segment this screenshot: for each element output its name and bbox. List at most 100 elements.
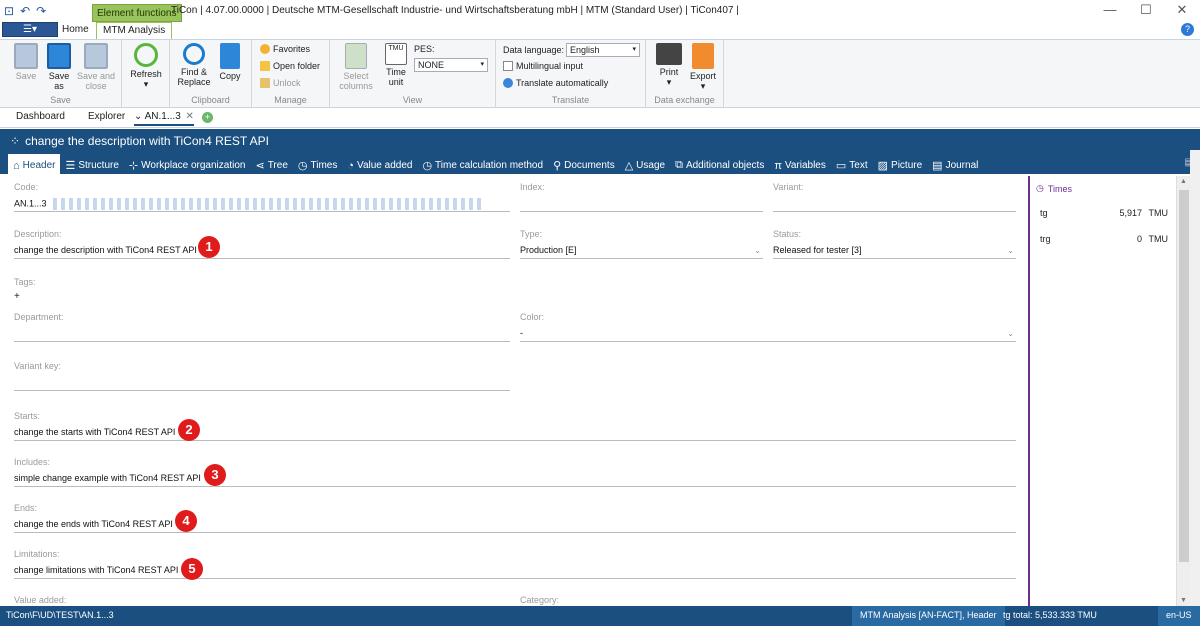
time-name: tg [1040, 208, 1048, 218]
save-close-button[interactable]: Save and close [76, 43, 116, 91]
includes-input[interactable]: simple change example with TiCon4 REST A… [14, 473, 1016, 487]
tab-value-added[interactable]: ◔ Value added [342, 154, 417, 174]
refresh-button[interactable]: Refresh ▾ [130, 43, 162, 89]
tab-journal[interactable]: ▤ Journal [927, 154, 983, 174]
data-exchange-group: Print ▾ Export ▾ Data exchange [646, 40, 724, 108]
tab-explorer[interactable]: Explorer [88, 111, 125, 122]
marker-badge-2: 2 [178, 419, 200, 441]
export-button[interactable]: Export ▾ [688, 43, 718, 91]
maximize-button[interactable]: ☐ [1128, 0, 1164, 20]
code-value: AN.1...3 [14, 198, 47, 209]
tab-tree[interactable]: ⋖ Tree [250, 154, 292, 174]
translate-auto-button[interactable]: Translate automatically [503, 78, 608, 88]
header-band: ⁘ change the description with TiCon4 RES… [0, 129, 1200, 174]
favorites-label: Favorites [273, 44, 311, 54]
folder-icon [260, 61, 270, 71]
color-field: Color: - ⌄ [520, 312, 1016, 342]
color-select[interactable]: - ⌄ [520, 328, 1016, 342]
multilingual-checkbox[interactable]: Multilingual input [503, 61, 583, 71]
scrollbar-thumb[interactable] [1179, 190, 1189, 562]
ends-input[interactable]: change the ends with TiCon4 REST API [14, 519, 1016, 533]
tab-active-document[interactable]: ⌄ AN.1...3 ✕ [134, 111, 194, 126]
find-replace-button[interactable]: Find & Replace [176, 43, 212, 87]
starts-input[interactable]: change the starts with TiCon4 REST API [14, 427, 1016, 441]
department-input[interactable] [14, 328, 510, 342]
status-locale[interactable]: en-US [1158, 606, 1200, 626]
minimize-button[interactable]: — [1092, 0, 1128, 20]
variant-key-input[interactable] [14, 377, 510, 391]
tab-label: Times [310, 160, 338, 171]
side-panel-strip [1190, 150, 1200, 606]
tab-variables[interactable]: π Variables [769, 154, 831, 174]
save-button[interactable]: Save [12, 43, 40, 81]
undo-icon[interactable]: ↶ [20, 4, 30, 18]
paperclip-icon: ⚲ [553, 160, 562, 172]
tab-time-calculation-method[interactable]: ◷ Time calculation method [417, 154, 548, 174]
starts-label: Starts: [14, 411, 41, 421]
unlock-button[interactable]: Unlock [260, 78, 301, 88]
tab-usage[interactable]: △ Usage [620, 154, 670, 174]
pi-icon: π [774, 159, 782, 172]
status-select[interactable]: Released for tester [3] ⌄ [773, 245, 1016, 259]
value-added-field: Value added: [14, 595, 510, 605]
copy-button[interactable]: Copy [216, 43, 244, 81]
color-value: - [520, 328, 523, 338]
print-button[interactable]: Print ▾ [654, 43, 684, 87]
app-menu-button[interactable]: ☰▾ [2, 22, 58, 37]
open-folder-button[interactable]: Open folder [260, 61, 320, 71]
add-tag-button[interactable]: + [14, 291, 510, 302]
select-columns-button[interactable]: Select columns [338, 43, 374, 91]
code-input[interactable]: AN.1...3 [14, 198, 510, 212]
tab-text[interactable]: ▭ Text [831, 154, 873, 174]
window-title: TiCon | 4.07.00.0000 | Deutsche MTM-Gese… [171, 5, 739, 16]
ends-label: Ends: [14, 503, 38, 513]
scroll-down-icon[interactable]: ▼ [1180, 597, 1187, 604]
tab-times[interactable]: ◷ Times [293, 154, 342, 174]
tab-picture[interactable]: ▨ Picture [873, 154, 928, 174]
export-icon [692, 43, 714, 69]
close-tab-icon[interactable]: ✕ [186, 111, 194, 122]
close-button[interactable]: ✕ [1164, 0, 1200, 20]
tab-home[interactable]: Home [56, 22, 95, 39]
usage-icon: △ [624, 160, 634, 172]
save-as-button[interactable]: Save as [44, 43, 74, 91]
translate-group: Data language: English ▾ Multilingual in… [496, 40, 646, 108]
favorites-button[interactable]: Favorites [260, 44, 310, 54]
marker-badge-1: 1 [198, 236, 220, 258]
refresh-group: Refresh ▾ [122, 40, 170, 108]
marker-badge-5: 5 [181, 558, 203, 580]
save-close-icon [84, 43, 108, 69]
tab-documents[interactable]: ⚲ Documents [548, 154, 620, 174]
pes-select[interactable]: NONE ▾ [414, 58, 488, 72]
translate-icon [503, 78, 513, 88]
variant-input[interactable] [773, 198, 1016, 212]
limitations-label: Limitations: [14, 549, 60, 559]
limitations-input[interactable]: change limitations with TiCon4 REST API [14, 565, 1016, 579]
index-input[interactable] [520, 198, 763, 212]
tab-header[interactable]: ⌂ Header [8, 154, 61, 174]
index-field: Index: [520, 182, 763, 212]
tab-additional-objects[interactable]: ⧉ Additional objects [670, 154, 769, 174]
value-added-label: Value added: [14, 595, 67, 605]
time-unit-button[interactable]: TMU Time unit [382, 43, 410, 87]
tab-structure[interactable]: ☰ Structure [60, 154, 123, 174]
open-folder-label: Open folder [273, 61, 321, 71]
tab-workplace-organization[interactable]: ⊹ Workplace organization [124, 154, 251, 174]
type-select[interactable]: Production [E] ⌄ [520, 245, 763, 259]
tab-mtm-analysis[interactable]: MTM Analysis [96, 22, 173, 39]
add-tab-icon[interactable]: + [202, 112, 213, 123]
times-panel-title: Times [1047, 183, 1073, 194]
help-icon[interactable]: ? [1181, 23, 1194, 36]
home-icon: ⌂ [13, 159, 20, 172]
context-tab-element-functions[interactable]: Element functions [92, 4, 182, 22]
data-language-select[interactable]: English ▾ [566, 43, 640, 57]
vertical-scrollbar[interactable]: ▲ ▼ [1176, 176, 1190, 606]
pes-label: PES: [414, 44, 435, 54]
translate-group-label: Translate [551, 95, 590, 105]
ribbon-tabs: ☰▾ Home MTM Analysis ? [0, 22, 1200, 39]
tab-dashboard[interactable]: Dashboard [16, 111, 65, 122]
scroll-up-icon[interactable]: ▲ [1180, 178, 1187, 185]
header-form: Code: AN.1...3 Index: Variant: Descripti… [0, 174, 1028, 606]
redo-icon[interactable]: ↷ [36, 4, 46, 18]
description-input[interactable]: change the description with TiCon4 REST … [14, 245, 510, 259]
